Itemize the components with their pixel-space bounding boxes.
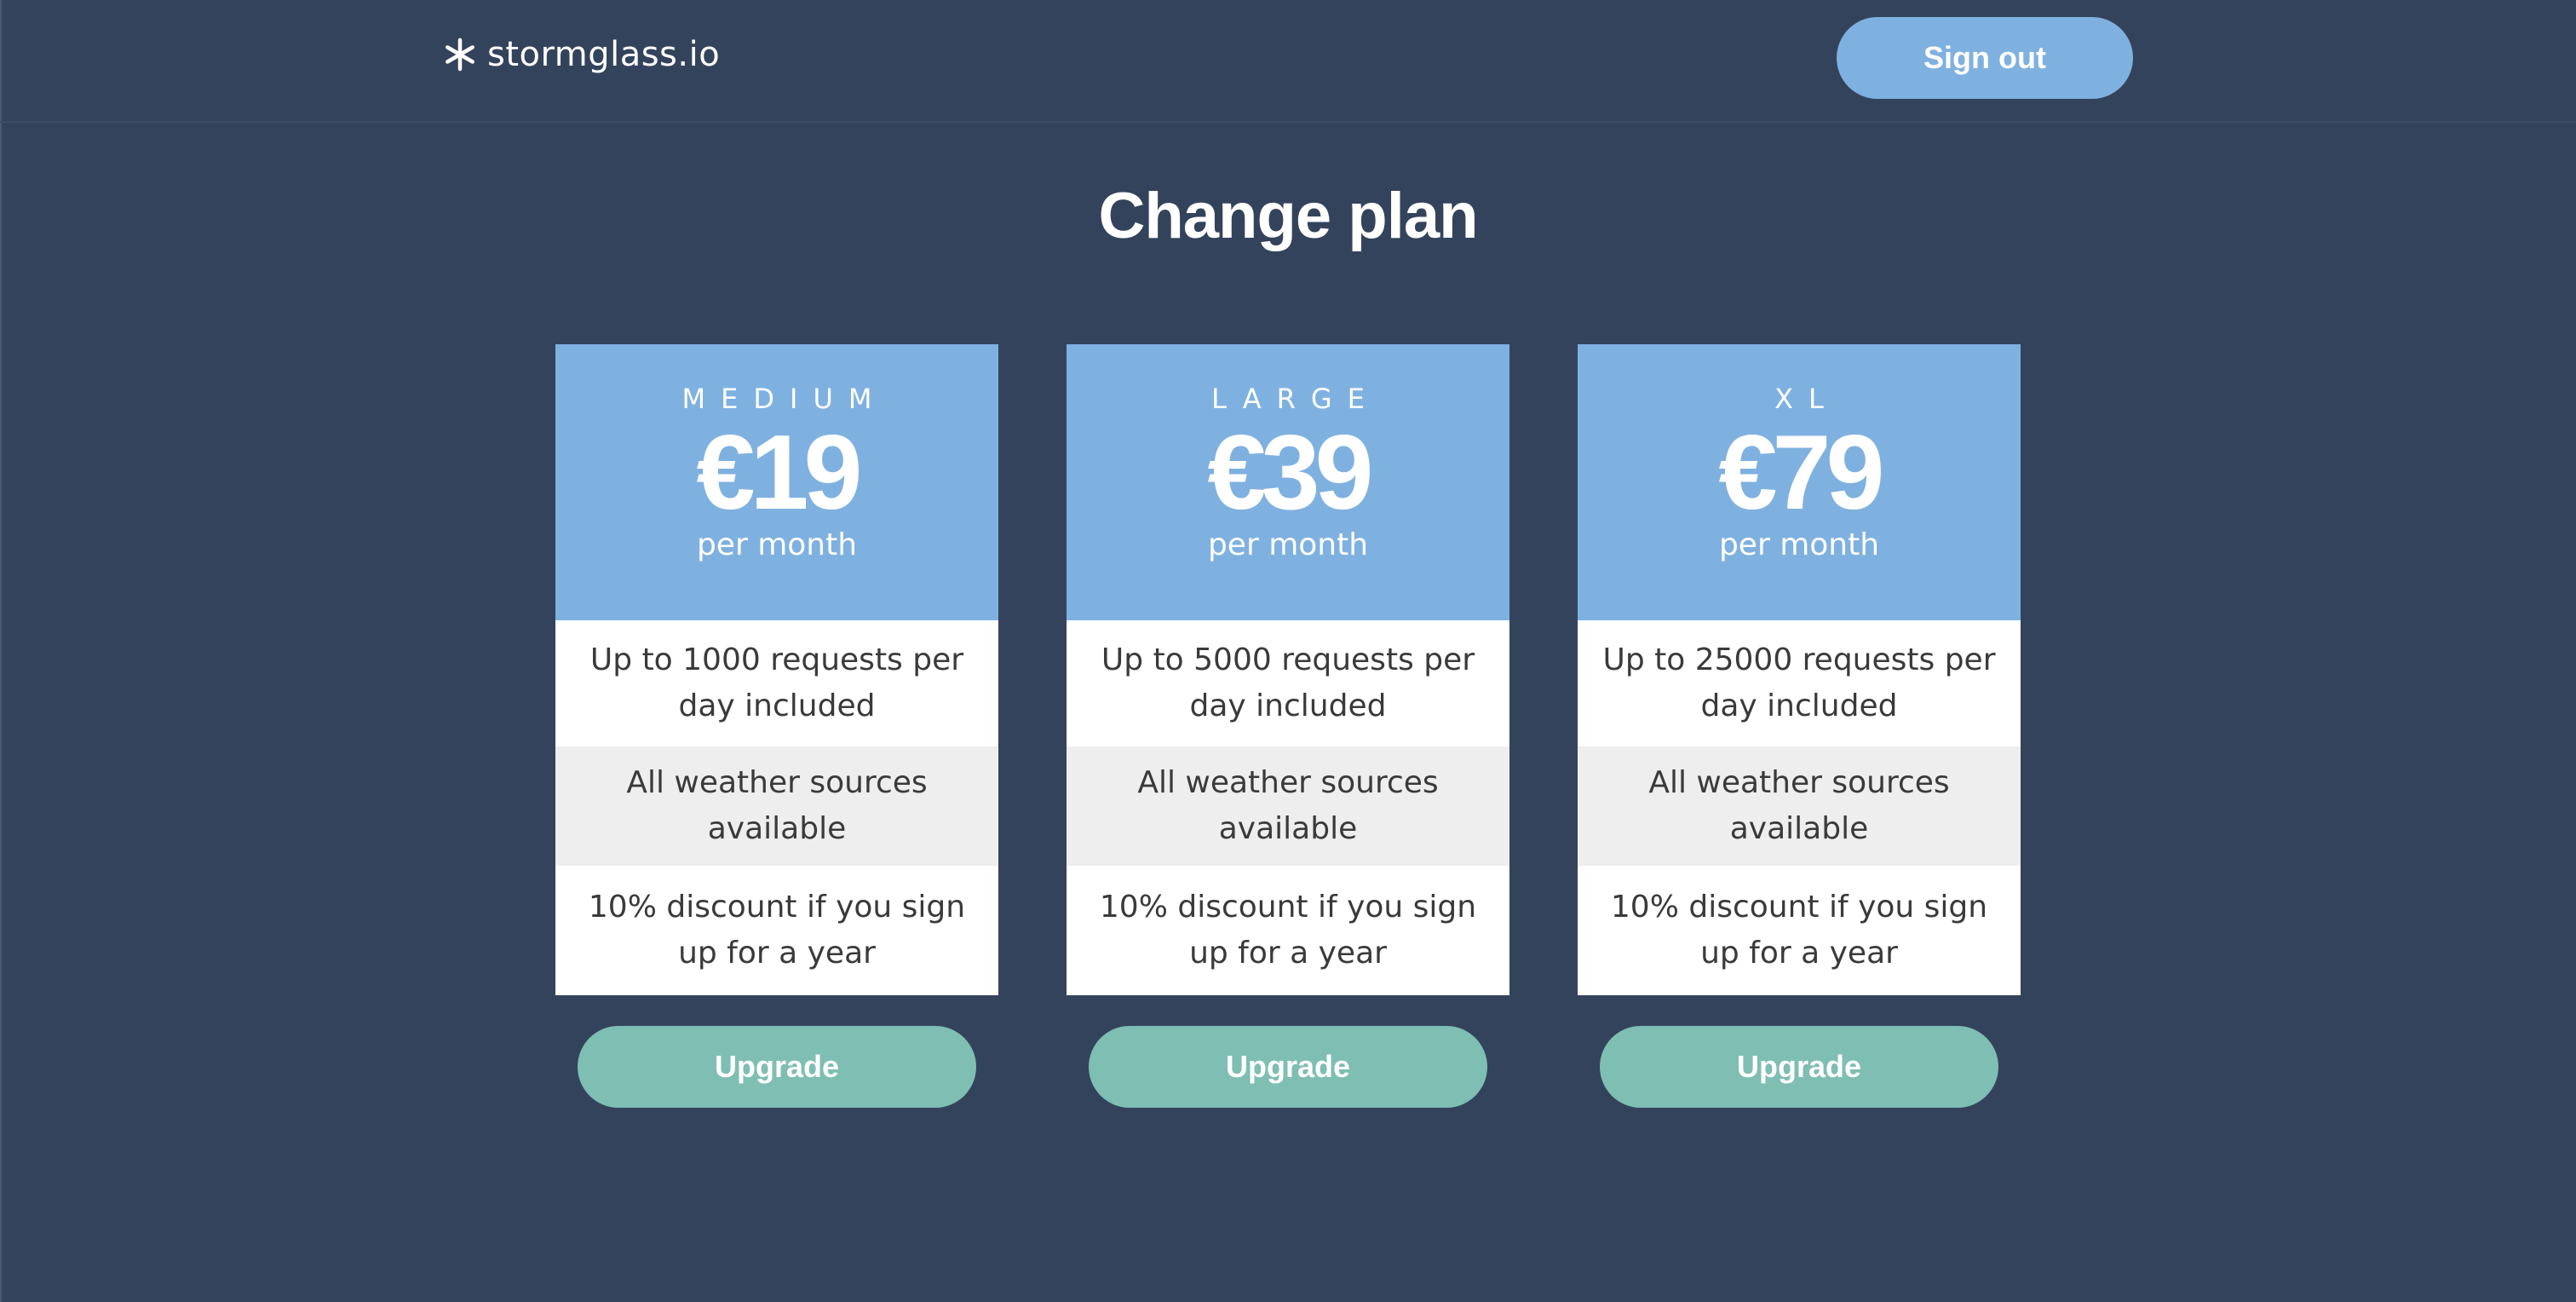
page: stormglass.io Sign out Change plan MEDIU… xyxy=(0,0,2576,1302)
plan-feature-requests: Up to 5000 requests per day included xyxy=(1067,620,1509,746)
plan-card-medium: MEDIUM €19 per month Up to 1000 requests… xyxy=(555,344,998,1108)
upgrade-button-xl[interactable]: Upgrade xyxy=(1600,1026,1998,1108)
plan-period: per month xyxy=(696,527,858,562)
plan-name: XL xyxy=(1774,383,1839,415)
upgrade-button-medium[interactable]: Upgrade xyxy=(578,1026,976,1108)
plan-feature-requests: Up to 1000 requests per day included xyxy=(555,620,998,746)
page-title: Change plan xyxy=(1098,180,1478,252)
asterisk-icon xyxy=(443,37,477,72)
plan-card-large: LARGE €39 per month Up to 5000 requests … xyxy=(1067,344,1509,1108)
sign-out-button[interactable]: Sign out xyxy=(1837,17,2133,99)
plan-price: €79 xyxy=(1718,414,1885,532)
plan-feature-discount: 10% discount if you sign up for a year xyxy=(1578,866,2021,995)
plan-price: €39 xyxy=(1207,414,1374,532)
plan-feature-requests: Up to 25000 requests per day included xyxy=(1578,620,2021,746)
plan-price: €19 xyxy=(696,414,863,532)
plan-feature-discount: 10% discount if you sign up for a year xyxy=(1067,866,1509,995)
plan-header: LARGE €39 per month xyxy=(1067,344,1509,620)
plan-period: per month xyxy=(1718,527,1880,562)
plan-period: per month xyxy=(1207,527,1369,562)
logo[interactable]: stormglass.io xyxy=(443,29,720,80)
plan-feature-sources: All weather sources available xyxy=(555,746,998,866)
plan-feature-discount: 10% discount if you sign up for a year xyxy=(555,866,998,995)
upgrade-button-large[interactable]: Upgrade xyxy=(1089,1026,1487,1108)
plan-name: MEDIUM xyxy=(681,383,888,415)
plan-feature-sources: All weather sources available xyxy=(1067,746,1509,866)
logo-text: stormglass.io xyxy=(487,35,721,74)
plan-feature-sources: All weather sources available xyxy=(1578,746,2021,866)
plan-header: MEDIUM €19 per month xyxy=(555,344,998,620)
plan-header: XL €79 per month xyxy=(1578,344,2021,620)
plan-name: LARGE xyxy=(1211,383,1380,415)
plan-card-xl: XL €79 per month Up to 25000 requests pe… xyxy=(1578,344,2021,1108)
top-bar: stormglass.io Sign out xyxy=(0,0,2576,123)
